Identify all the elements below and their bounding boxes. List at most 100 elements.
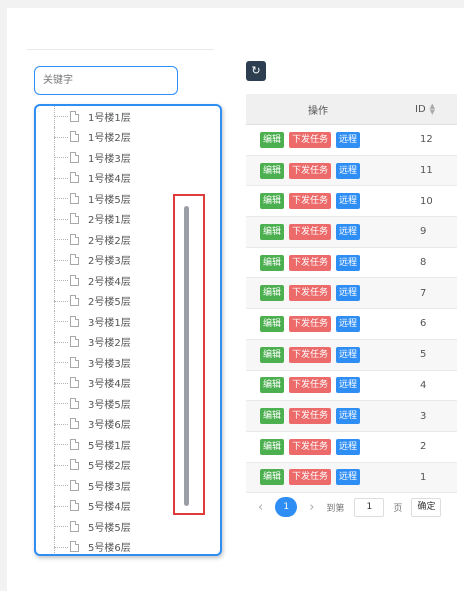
prev-page-icon[interactable]: ‹ [258, 500, 263, 515]
remote-button[interactable]: 远程 [336, 254, 361, 271]
tree-node-label: 3号楼1层 [88, 317, 131, 329]
table-body: 编辑 下发任务 远程 12 编辑 下发任务 远程 11 编辑 下发任务 远程 10 编辑 下发任务 远程 9 编… [246, 125, 457, 494]
tree-guide-line [54, 218, 68, 220]
file-icon [70, 377, 79, 389]
edit-button[interactable]: 编辑 [260, 408, 285, 425]
tree-node-label: 5号楼4层 [88, 502, 131, 514]
tree-node[interactable]: 1号楼3层 [36, 147, 206, 168]
row-id: 1 [420, 471, 427, 483]
tree-node-label: 1号楼3层 [88, 153, 131, 165]
refresh-icon: ↻ [251, 64, 261, 77]
current-page-button[interactable]: 1 [275, 497, 298, 517]
file-icon [70, 418, 79, 430]
dispatch-task-button[interactable]: 下发任务 [289, 193, 332, 210]
row-actions: 编辑 下发任务 远程 [246, 285, 390, 302]
edit-button[interactable]: 编辑 [260, 131, 285, 148]
tree-guide-line [54, 198, 68, 200]
remote-button[interactable]: 远程 [336, 285, 361, 302]
dispatch-task-button[interactable]: 下发任务 [289, 223, 332, 240]
dispatch-task-button[interactable]: 下发任务 [289, 438, 332, 455]
search-input[interactable]: 关键字 [34, 66, 178, 95]
tree-node[interactable]: 5号楼6层 [36, 536, 206, 554]
file-icon [70, 110, 79, 122]
next-page-icon[interactable]: › [309, 500, 314, 515]
tree-guide-line [54, 259, 68, 261]
dispatch-task-button[interactable]: 下发任务 [289, 162, 332, 179]
row-id: 8 [420, 257, 427, 269]
dispatch-task-button[interactable]: 下发任务 [289, 131, 332, 148]
dispatch-task-button[interactable]: 下发任务 [289, 315, 332, 332]
tree-node-label: 5号楼1层 [88, 440, 131, 452]
row-actions: 编辑 下发任务 远程 [246, 408, 390, 425]
edit-button[interactable]: 编辑 [260, 193, 285, 210]
goto-label: 到第 [326, 503, 345, 514]
tree-node-label: 3号楼4层 [88, 379, 131, 391]
sort-icon[interactable]: ▲ ▼ [430, 103, 435, 116]
dispatch-task-button[interactable]: 下发任务 [289, 408, 332, 425]
table-header: 操作 ID ▲ ▼ [246, 94, 457, 125]
tree-node[interactable]: 1号楼4层 [36, 167, 206, 188]
header-ops: 操作 [308, 105, 328, 117]
remote-button[interactable]: 远程 [336, 131, 361, 148]
tree-node-label: 2号楼4层 [88, 276, 131, 288]
remote-button[interactable]: 远程 [336, 162, 361, 179]
tree-guide-line [54, 382, 68, 384]
tree-scrollbar[interactable] [206, 106, 220, 554]
file-icon [70, 479, 79, 491]
edit-button[interactable]: 编辑 [260, 162, 285, 179]
table-row: 编辑 下发任务 远程 6 [246, 309, 457, 340]
tree-guide-line [54, 177, 68, 179]
remote-button[interactable]: 远程 [336, 193, 361, 210]
dispatch-task-button[interactable]: 下发任务 [289, 377, 332, 394]
header-id[interactable]: ID ▲ ▼ [390, 103, 457, 116]
edit-button[interactable]: 编辑 [260, 438, 285, 455]
row-actions: 编辑 下发任务 远程 [246, 315, 390, 332]
tree-node-label: 2号楼1层 [88, 215, 131, 227]
table-row: 编辑 下发任务 远程 1 [246, 462, 457, 494]
dispatch-task-button[interactable]: 下发任务 [289, 285, 332, 302]
remote-button[interactable]: 远程 [336, 223, 361, 240]
dispatch-task-button[interactable]: 下发任务 [289, 346, 332, 363]
edit-button[interactable]: 编辑 [260, 254, 285, 271]
edit-button[interactable]: 编辑 [260, 315, 285, 332]
remote-button[interactable]: 远程 [336, 469, 361, 486]
pagination: ‹ 1 › 到第 1 页 确定 [258, 497, 442, 517]
row-actions: 编辑 下发任务 远程 [246, 223, 390, 240]
row-actions: 编辑 下发任务 远程 [246, 377, 390, 394]
divider [27, 49, 214, 50]
table-row: 编辑 下发任务 远程 2 [246, 432, 457, 463]
remote-button[interactable]: 远程 [336, 346, 361, 363]
tree-node[interactable]: 1号楼2层 [36, 126, 206, 147]
dispatch-task-button[interactable]: 下发任务 [289, 469, 332, 486]
file-icon [70, 254, 79, 266]
edit-button[interactable]: 编辑 [260, 469, 285, 486]
refresh-button[interactable]: ↻ [246, 61, 266, 81]
page-number-input[interactable]: 1 [354, 497, 385, 517]
remote-button[interactable]: 远程 [336, 377, 361, 394]
row-id: 3 [420, 410, 427, 422]
table-row: 编辑 下发任务 远程 12 [246, 125, 457, 156]
dispatch-task-button[interactable]: 下发任务 [289, 254, 332, 271]
tree-node[interactable]: 1号楼1层 [36, 106, 206, 127]
confirm-button[interactable]: 确定 [411, 497, 442, 517]
tree-guide-line [54, 464, 68, 466]
tree-node-label: 3号楼6层 [88, 420, 131, 432]
file-icon [70, 336, 79, 348]
remote-button[interactable]: 远程 [336, 408, 361, 425]
edit-button[interactable]: 编辑 [260, 346, 285, 363]
tree-guide-line [54, 362, 68, 364]
row-id: 11 [420, 165, 433, 177]
edit-button[interactable]: 编辑 [260, 285, 285, 302]
row-id: 6 [420, 318, 427, 330]
tree-node-label: 2号楼2层 [88, 235, 131, 247]
tree-guide-line [54, 526, 68, 528]
tree-guide-line [54, 505, 68, 507]
task-table: 操作 ID ▲ ▼ 编辑 下发任务 远程 12 编辑 下发任务 远程 11 编辑 下发任务 远程 10 编… [246, 94, 457, 494]
tree-node[interactable]: 5号楼5层 [36, 516, 206, 537]
edit-button[interactable]: 编辑 [260, 377, 285, 394]
remote-button[interactable]: 远程 [336, 315, 361, 332]
edit-button[interactable]: 编辑 [260, 223, 285, 240]
row-actions: 编辑 下发任务 远程 [246, 254, 390, 271]
row-id: 4 [420, 379, 427, 391]
remote-button[interactable]: 远程 [336, 438, 361, 455]
